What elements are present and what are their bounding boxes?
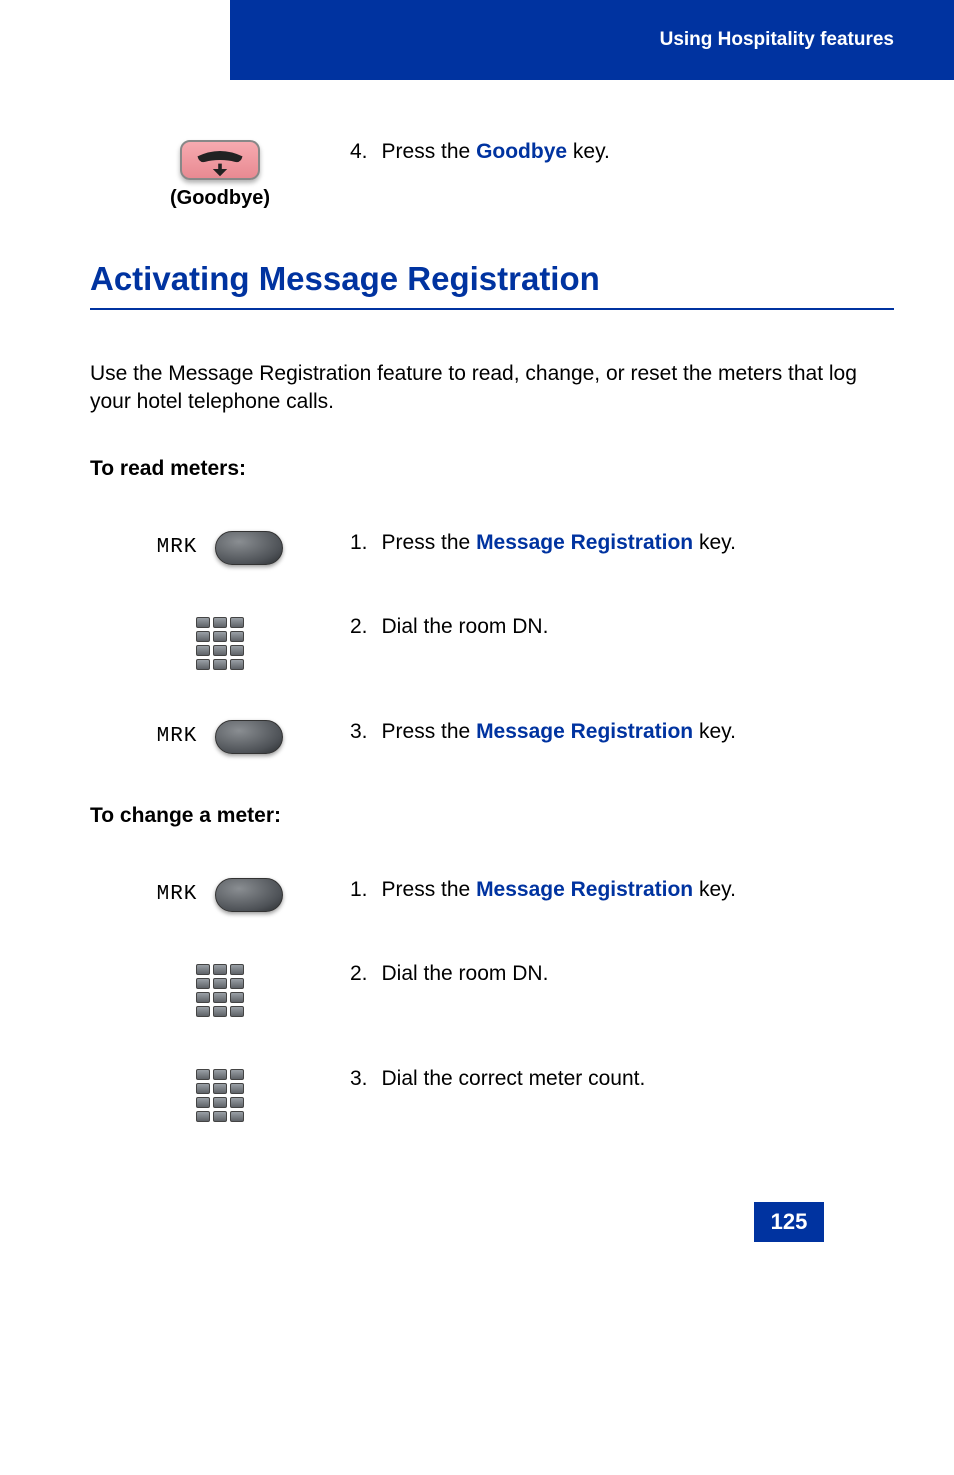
change-step-3: 3. Dial the correct meter count. — [90, 1067, 894, 1122]
page-content: (Goodbye) 4. Press the Goodbye key. Acti… — [0, 80, 954, 1282]
msg-reg-term: Message Registration — [476, 878, 693, 901]
mrk-label: MRK — [157, 725, 198, 748]
page-number: 125 — [754, 1202, 824, 1242]
step-number: 1. — [350, 878, 368, 902]
step-text-col: 2. Dial the room DN. — [350, 962, 894, 986]
read-step-2: 2. Dial the room DN. — [90, 615, 894, 670]
goodbye-icon-col: (Goodbye) — [90, 140, 350, 210]
mrk-key-icon: MRK — [90, 720, 350, 754]
change-step-1: MRK 1. Press the Message Registration ke… — [90, 878, 894, 912]
step-text: Press the Goodbye key. — [382, 140, 610, 164]
step-text: Press the Message Registration key. — [382, 531, 736, 555]
keypad-icon-col — [90, 615, 350, 670]
step-text-col: 1. Press the Message Registration key. — [350, 531, 894, 555]
mrk-key-icon: MRK — [90, 878, 350, 912]
section-heading: Activating Message Registration — [90, 260, 894, 310]
read-step-1: MRK 1. Press the Message Registration ke… — [90, 531, 894, 565]
step-number: 1. — [350, 531, 368, 555]
goodbye-term: Goodbye — [476, 140, 567, 163]
step-number: 4. — [350, 140, 368, 164]
step-text-col: 3. Press the Message Registration key. — [350, 720, 894, 744]
mrk-key-icon: MRK — [90, 531, 350, 565]
keypad-icon — [196, 964, 244, 1017]
goodbye-key-icon — [180, 140, 260, 180]
step-text: Dial the correct meter count. — [382, 1067, 646, 1091]
step-number: 2. — [350, 615, 368, 639]
section-intro: Use the Message Registration feature to … — [90, 360, 894, 417]
goodbye-step-text: 4. Press the Goodbye key. — [350, 140, 894, 164]
soft-key-icon — [215, 878, 283, 912]
goodbye-step-row: (Goodbye) 4. Press the Goodbye key. — [90, 140, 894, 210]
step-text-col: 1. Press the Message Registration key. — [350, 878, 894, 902]
step-number: 3. — [350, 1067, 368, 1091]
step-number: 3. — [350, 720, 368, 744]
step-text-col: 3. Dial the correct meter count. — [350, 1067, 894, 1091]
step-text: Press the Message Registration key. — [382, 878, 736, 902]
header-band: Using Hospitality features — [230, 0, 954, 80]
mrk-label: MRK — [157, 536, 198, 559]
step-text: Dial the room DN. — [382, 962, 549, 986]
msg-reg-term: Message Registration — [476, 531, 693, 554]
keypad-icon-col — [90, 1067, 350, 1122]
step-text-col: 2. Dial the room DN. — [350, 615, 894, 639]
header-title: Using Hospitality features — [660, 29, 894, 51]
keypad-icon-col — [90, 962, 350, 1017]
change-step-2: 2. Dial the room DN. — [90, 962, 894, 1017]
keypad-icon — [196, 1069, 244, 1122]
read-meters-heading: To read meters: — [90, 457, 894, 481]
msg-reg-term: Message Registration — [476, 720, 693, 743]
change-meter-heading: To change a meter: — [90, 804, 894, 828]
keypad-icon — [196, 617, 244, 670]
soft-key-icon — [215, 720, 283, 754]
goodbye-key-label: (Goodbye) — [90, 187, 350, 210]
read-step-3: MRK 3. Press the Message Registration ke… — [90, 720, 894, 754]
soft-key-icon — [215, 531, 283, 565]
mrk-label: MRK — [157, 883, 198, 906]
step-text: Dial the room DN. — [382, 615, 549, 639]
step-text: Press the Message Registration key. — [382, 720, 736, 744]
step-number: 2. — [350, 962, 368, 986]
